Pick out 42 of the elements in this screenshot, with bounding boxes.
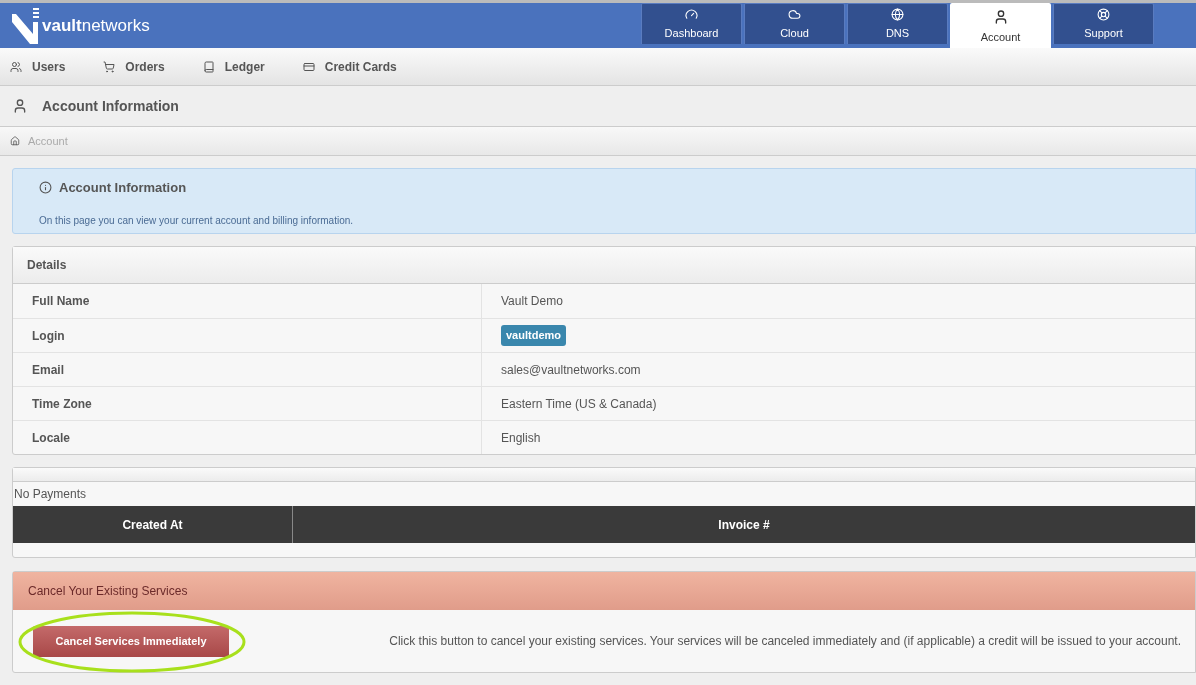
login-badge: vaultdemo [501,325,566,346]
sub-nav-link[interactable]: Orders [103,57,165,76]
column-header: Created At [122,516,183,534]
nav-tab[interactable]: DNS [847,3,948,44]
sub-nav-link[interactable]: Credit Cards [302,57,397,76]
column-header: Invoice # [718,516,770,534]
field-value: English [501,429,541,447]
globe-icon [891,7,904,21]
nav-tab[interactable]: Dashboard [641,3,742,44]
book-icon [202,60,215,73]
panel-title: Cancel Your Existing Services [28,583,188,600]
sub-nav-link[interactable]: Ledger [202,57,265,76]
cart-icon [103,60,116,73]
nav-tab[interactable]: Support [1053,3,1154,44]
cancel-description: Click this button to cancel your existing services. Your services will be canceled immediately and (if applicable) a credit will be issued to your account. [389,633,1181,650]
cloud-icon [788,7,801,21]
users-icon [10,60,22,73]
field-label: Time Zone [32,395,92,413]
field-label: Full Name [32,293,90,310]
panel-title: Details [27,257,67,274]
field-value: Vault Demo [501,293,563,310]
field-value: sales@vaultnetworks.com [501,361,641,379]
logo-icon [10,7,40,44]
sub-nav-link[interactable]: Users [10,57,66,76]
nav-tab[interactable]: Cloud [744,3,845,44]
gauge-icon [685,7,698,21]
user-icon [12,98,28,114]
field-label: Login [32,327,65,345]
lifebuoy-icon [1097,7,1110,21]
info-icon [39,181,52,195]
info-text: On this page you can view your current account and billing information. [39,213,355,228]
home-icon [10,136,20,146]
field-label: Locale [32,429,70,447]
logo-text: vaultnetworks [42,14,150,37]
empty-message: No Payments [13,486,87,503]
card-icon [302,60,315,73]
info-title: Account Information [59,179,187,197]
field-value: Eastern Time (US & Canada) [501,395,657,413]
nav-tab[interactable]: Account [950,3,1051,48]
field-label: Email [32,361,64,379]
page-title: Account Information [42,96,179,116]
cancel-services-button[interactable]: Cancel Services Immediately [33,625,229,657]
